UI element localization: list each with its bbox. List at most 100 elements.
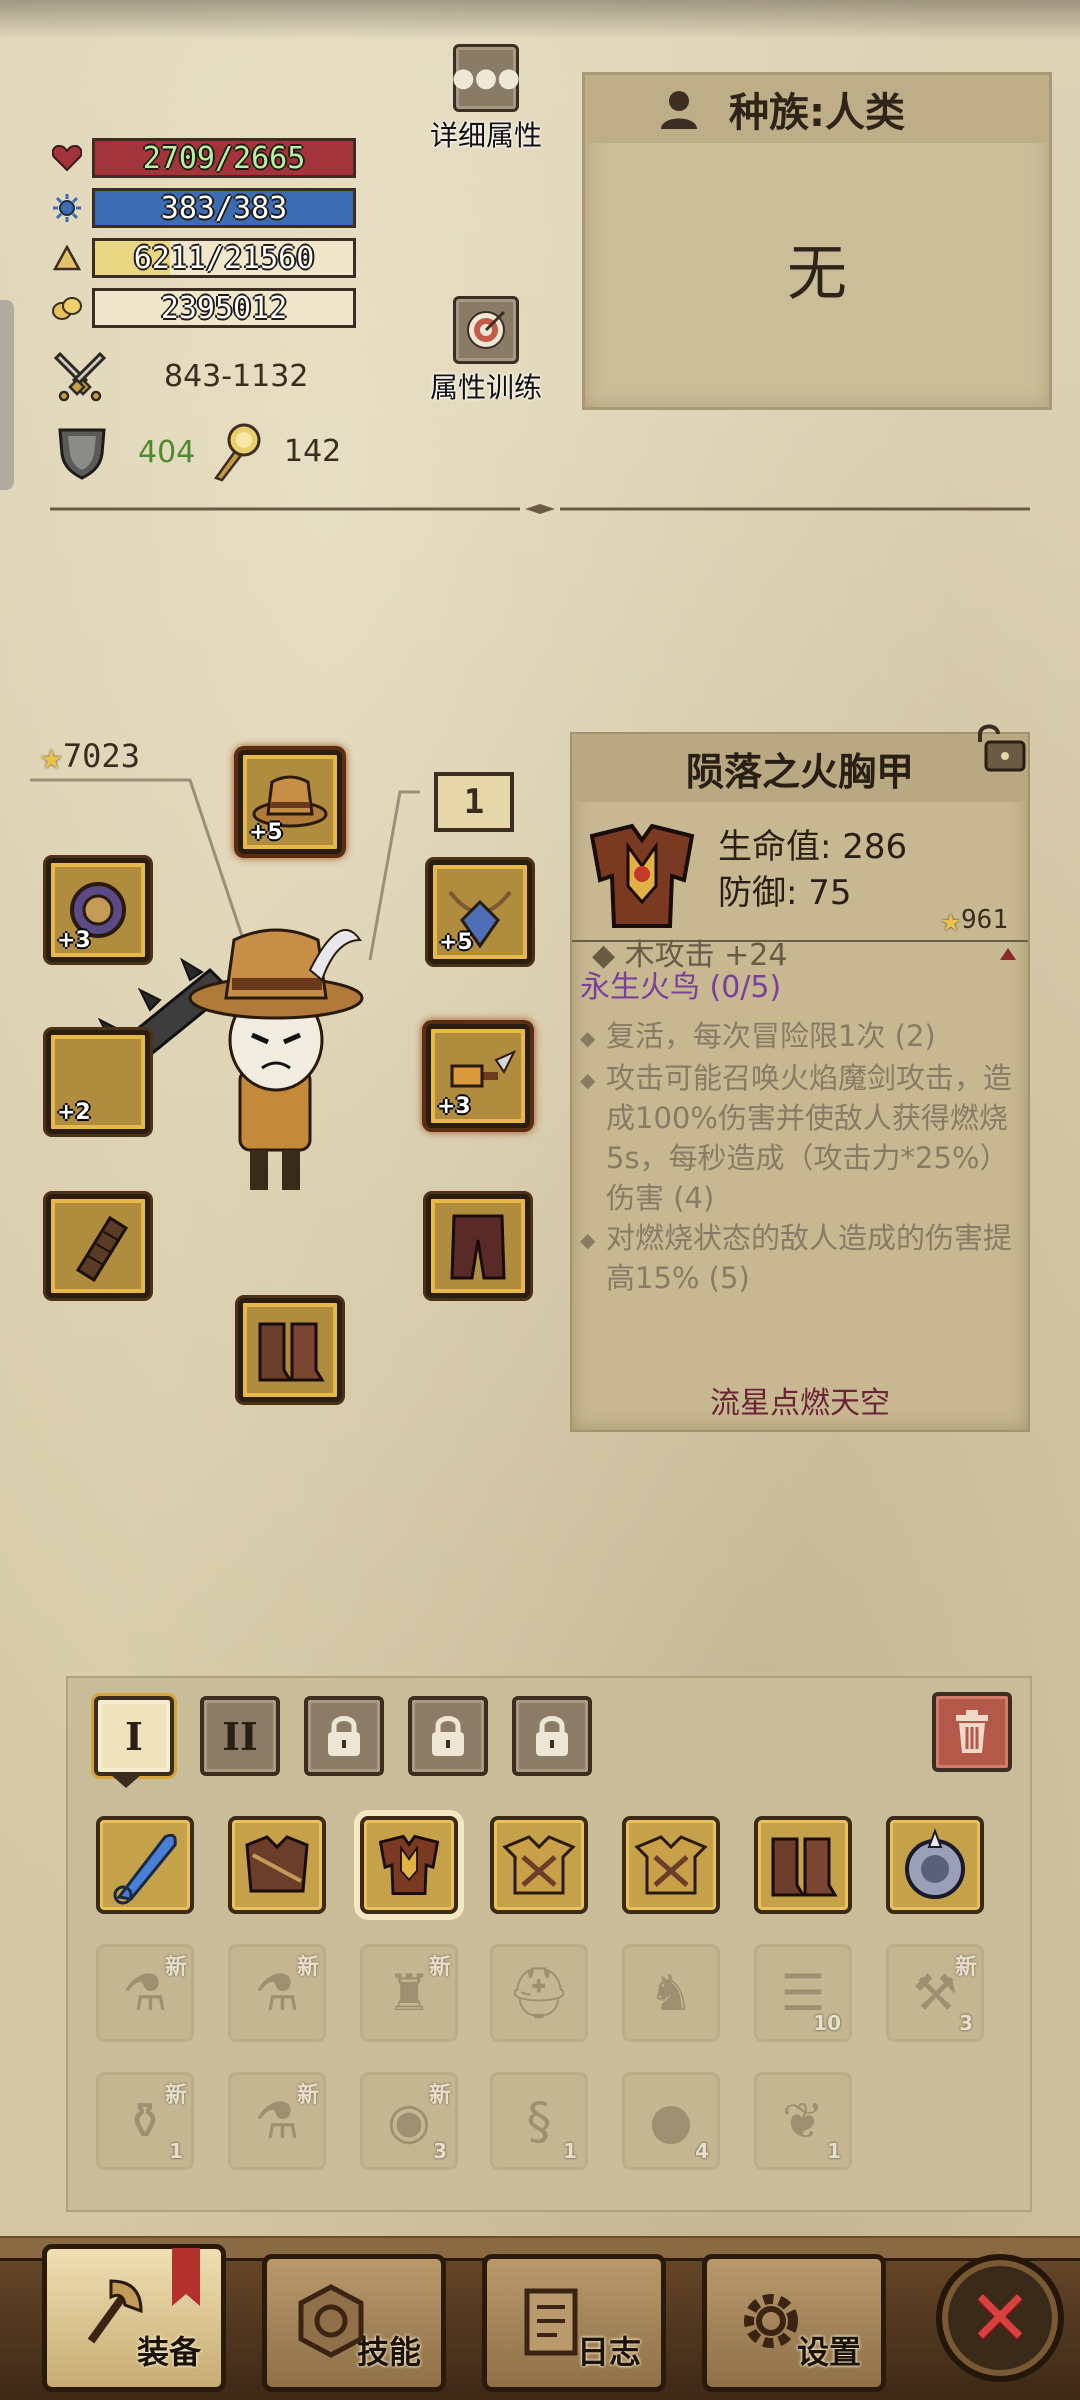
top-edge-shadow bbox=[0, 0, 1080, 40]
tab-page-2[interactable]: II bbox=[200, 1696, 280, 1776]
item-stats: 生命值: 286 防御: 75 bbox=[718, 824, 907, 916]
nav-log[interactable]: 日志 bbox=[482, 2254, 666, 2392]
gauntlet-icon bbox=[75, 1215, 129, 1283]
nav-skills[interactable]: 技能 bbox=[262, 2254, 446, 2392]
helmet-icon: ⛑ bbox=[507, 1963, 571, 2022]
equip-slot-boots[interactable] bbox=[238, 1298, 342, 1402]
mp-row: 383/383 bbox=[50, 186, 356, 230]
mp-bar: 383/383 bbox=[92, 188, 356, 228]
gold-value: 2395012 bbox=[160, 290, 288, 326]
inventory-item[interactable] bbox=[96, 1816, 194, 1914]
rope-icon: § bbox=[526, 2092, 552, 2150]
hp-value: 2709/2665 bbox=[142, 140, 306, 176]
inventory-item-faded[interactable]: ♞ bbox=[622, 1944, 720, 2042]
gold-coins-icon bbox=[50, 291, 84, 325]
hp-bar: 2709/2665 bbox=[92, 138, 356, 178]
detail-attributes-label: 详细属性 bbox=[430, 119, 543, 152]
equip-slot-amulet[interactable]: +5 bbox=[428, 860, 532, 964]
equip-slot-offhand[interactable]: +3 bbox=[426, 1024, 530, 1128]
eye-scroll-icon: ◉ bbox=[387, 2092, 431, 2150]
inventory-item-faded[interactable]: ⚗ 新 bbox=[228, 1944, 326, 2042]
inventory-item-faded[interactable]: ⚒ 新 3 bbox=[886, 1944, 984, 2042]
inventory-item-faded[interactable]: ❦ 1 bbox=[754, 2072, 852, 2170]
blue-sabre-icon bbox=[113, 1833, 177, 1905]
tab-page-1[interactable]: I bbox=[94, 1696, 174, 1776]
tab-locked-3[interactable] bbox=[304, 1696, 384, 1776]
trash-button[interactable] bbox=[932, 1692, 1012, 1772]
equip-slot-pants[interactable] bbox=[426, 1194, 530, 1298]
grass-icon: ❦ bbox=[782, 2092, 824, 2150]
set-name: 永生火鸟 (0/5) bbox=[580, 970, 782, 1005]
item-hp-stat: 生命值: 286 bbox=[718, 827, 908, 867]
inventory-item-faded[interactable]: § 1 bbox=[490, 2072, 588, 2170]
vest-icon: ♞ bbox=[648, 1964, 694, 2022]
inventory-item-faded[interactable]: ⚗ 新 bbox=[228, 2072, 326, 2170]
item-tooltip: 陨落之火胸甲 生命值: 286 防御: 75 ◆ 木攻击 +24 ★ 961 永… bbox=[570, 732, 1030, 1432]
item-flavor-text: 流星点燃天空 bbox=[710, 1386, 890, 1421]
inventory-item[interactable] bbox=[886, 1816, 984, 1914]
pearl-icon: ● bbox=[649, 2092, 693, 2150]
boots-icon bbox=[771, 1837, 838, 1897]
inventory-item-selected[interactable] bbox=[360, 1816, 458, 1914]
set-effects: ◆ 复活，每次冒险限1次 (2) ◆ 攻击可能召唤火焰魔剑攻击，造成100%伤害并使… bbox=[580, 1016, 1020, 1298]
nav-settings[interactable]: 设置 bbox=[702, 2254, 886, 2392]
equip-slot-weapon[interactable]: +2 bbox=[46, 1030, 150, 1134]
inventory-item-faded[interactable]: ♜ 新 bbox=[360, 1944, 458, 2042]
crit-stat: 142 bbox=[208, 420, 341, 482]
hexagon-skill-icon bbox=[298, 2284, 364, 2358]
detail-attributes-button[interactable]: ●●● 详细属性 bbox=[430, 44, 542, 154]
lock-icon bbox=[536, 1716, 568, 1756]
close-button[interactable]: ✕ bbox=[936, 2254, 1064, 2382]
race-value: 无 bbox=[787, 239, 847, 309]
inventory-item[interactable] bbox=[490, 1816, 588, 1914]
tab-locked-4[interactable] bbox=[408, 1696, 488, 1776]
sparkle-icon bbox=[50, 191, 84, 225]
exp-bar: 6211/21560 bbox=[92, 238, 356, 278]
enhance-level: +3 bbox=[437, 1094, 471, 1119]
journal-icon bbox=[524, 2288, 578, 2356]
item-score-value: 961 bbox=[961, 905, 1008, 935]
pickaxe-icon: ⚒ bbox=[912, 1964, 958, 2022]
trash-icon bbox=[956, 1710, 988, 1753]
pants-icon bbox=[450, 1214, 506, 1280]
leather-armor-icon bbox=[245, 1835, 309, 1893]
bookmark-ribbon bbox=[172, 2248, 200, 2306]
item-def-stat: 防御: 75 bbox=[718, 873, 852, 913]
level-box: 1 bbox=[434, 772, 514, 832]
lock-icon bbox=[432, 1716, 464, 1756]
inventory-item-faded[interactable]: ⚗ 新 bbox=[96, 1944, 194, 2042]
tooltip-separator bbox=[572, 940, 1028, 942]
exp-row: 6211/21560 bbox=[50, 236, 356, 280]
attribute-training-button[interactable]: 属性训练 bbox=[430, 296, 542, 406]
inventory-item-faded[interactable]: ◉ 新 3 bbox=[360, 2072, 458, 2170]
set-effect: ◆ 攻击可能召唤火焰魔剑攻击，造成100%伤害并使敌人获得燃烧5s，每秒造成（攻击… bbox=[580, 1061, 1013, 1215]
inventory-item[interactable] bbox=[622, 1816, 720, 1914]
chestplate-icon bbox=[378, 1834, 440, 1895]
unlock-icon[interactable] bbox=[972, 722, 1028, 774]
tab-locked-5[interactable] bbox=[512, 1696, 592, 1776]
gear-icon bbox=[744, 2294, 798, 2348]
enhance-level: +2 bbox=[57, 1100, 91, 1125]
person-icon bbox=[657, 87, 701, 131]
triangle-icon bbox=[50, 241, 84, 275]
potion-icon: ⚗ bbox=[254, 1964, 300, 2022]
target-icon bbox=[453, 296, 519, 364]
gold-bar: 2395012 bbox=[92, 288, 356, 328]
inventory-item-faded[interactable]: ⚱ 新 1 bbox=[96, 2072, 194, 2170]
race-title: 种族:人类 bbox=[729, 90, 905, 136]
inventory-item-faded[interactable]: ☰ 10 bbox=[754, 1944, 852, 2042]
vial-icon: ⚱ bbox=[124, 2092, 166, 2150]
gold-row: 2395012 bbox=[50, 286, 356, 330]
equip-slot-left-accessory[interactable]: +3 bbox=[46, 858, 150, 962]
potion-icon: ⚗ bbox=[122, 1964, 168, 2022]
equip-slot-gloves[interactable] bbox=[46, 1194, 150, 1298]
inventory-item-faded[interactable]: ⛑ bbox=[490, 1944, 588, 2042]
chestplate-icon bbox=[572, 806, 712, 946]
equip-slot-head[interactable]: +5 bbox=[238, 750, 342, 854]
defense-stat: 404 bbox=[56, 424, 195, 480]
inventory-item-faded[interactable]: ● 4 bbox=[622, 2072, 720, 2170]
inventory-item[interactable] bbox=[754, 1816, 852, 1914]
item-title: 陨落之火胸甲 bbox=[572, 734, 1028, 802]
inventory-item[interactable] bbox=[228, 1816, 326, 1914]
shield-icon bbox=[56, 424, 108, 480]
